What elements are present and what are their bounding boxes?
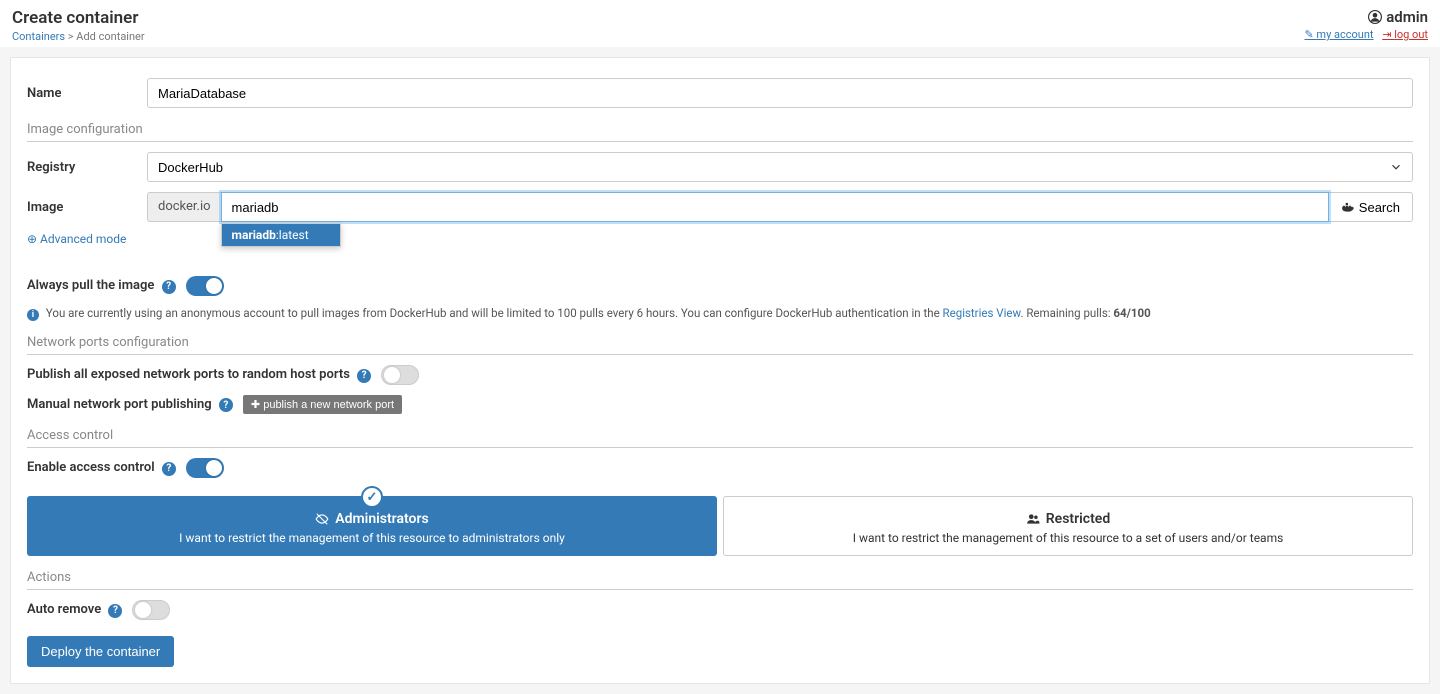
auto-remove-toggle[interactable] <box>132 600 170 620</box>
eye-off-icon <box>315 512 329 526</box>
image-autocomplete-dropdown: mariadb:latest <box>221 223 341 247</box>
dockerhub-info: i You are currently using an anonymous a… <box>27 306 1413 321</box>
page-title: Create container <box>12 8 145 28</box>
enable-access-toggle[interactable] <box>186 458 224 478</box>
access-card-administrators[interactable]: ✓ Administrators I want to restrict the … <box>27 496 717 556</box>
name-label: Name <box>27 86 147 101</box>
users-icon <box>1026 512 1040 526</box>
username: admin <box>1386 8 1428 26</box>
manual-port-label: Manual network port publishing ? <box>27 397 233 413</box>
deploy-container-button[interactable]: Deploy the container <box>27 636 174 667</box>
autocomplete-item-mariadb-latest[interactable]: mariadb:latest <box>222 224 340 246</box>
check-icon: ✓ <box>361 486 383 508</box>
logout-link[interactable]: ⇥ log out <box>1382 28 1428 41</box>
registries-view-link[interactable]: Registries View <box>943 306 1021 320</box>
name-input[interactable] <box>147 78 1413 108</box>
section-access-control: Access control <box>27 428 1413 448</box>
publish-new-port-button[interactable]: ✚ publish a new network port <box>243 395 402 414</box>
topbar: Create container Containers > Add contai… <box>0 0 1440 47</box>
always-pull-toggle[interactable] <box>186 276 224 296</box>
search-button[interactable]: Search <box>1329 192 1413 222</box>
help-icon[interactable]: ? <box>162 280 176 294</box>
image-input[interactable] <box>221 192 1329 222</box>
access-card-restricted[interactable]: ✓ Restricted I want to restrict the mana… <box>723 496 1413 556</box>
user-circle-icon <box>1368 10 1382 24</box>
info-icon: i <box>27 309 39 321</box>
create-container-panel: Name Image configuration Registry Docker… <box>10 57 1430 684</box>
breadcrumb: Containers > Add container <box>12 30 145 43</box>
enable-access-label: Enable access control ? <box>27 460 176 476</box>
advanced-mode-link[interactable]: ⊕ Advanced mode <box>27 232 126 246</box>
breadcrumb-link-containers[interactable]: Containers <box>12 30 65 43</box>
section-image-config: Image configuration <box>27 122 1413 142</box>
docker-icon <box>1341 200 1355 214</box>
registry-select[interactable]: DockerHub <box>147 152 1413 182</box>
breadcrumb-current: Add container <box>76 30 144 43</box>
user-indicator: admin <box>1298 8 1428 26</box>
image-label: Image <box>27 200 147 215</box>
auto-remove-label: Auto remove ? <box>27 602 122 618</box>
help-icon[interactable]: ? <box>108 604 122 618</box>
my-account-link[interactable]: ✎ my account <box>1304 28 1373 41</box>
help-icon[interactable]: ? <box>357 369 371 383</box>
section-network-ports: Network ports configuration <box>27 335 1413 355</box>
publish-all-label: Publish all exposed network ports to ran… <box>27 367 371 383</box>
help-icon[interactable]: ? <box>162 462 176 476</box>
section-actions: Actions <box>27 570 1413 590</box>
publish-all-toggle[interactable] <box>381 365 419 385</box>
globe-icon: ⊕ <box>27 232 37 246</box>
registry-label: Registry <box>27 160 147 175</box>
always-pull-label: Always pull the image ? <box>27 278 176 294</box>
image-registry-prefix: docker.io <box>147 192 221 222</box>
help-icon[interactable]: ? <box>219 398 233 412</box>
